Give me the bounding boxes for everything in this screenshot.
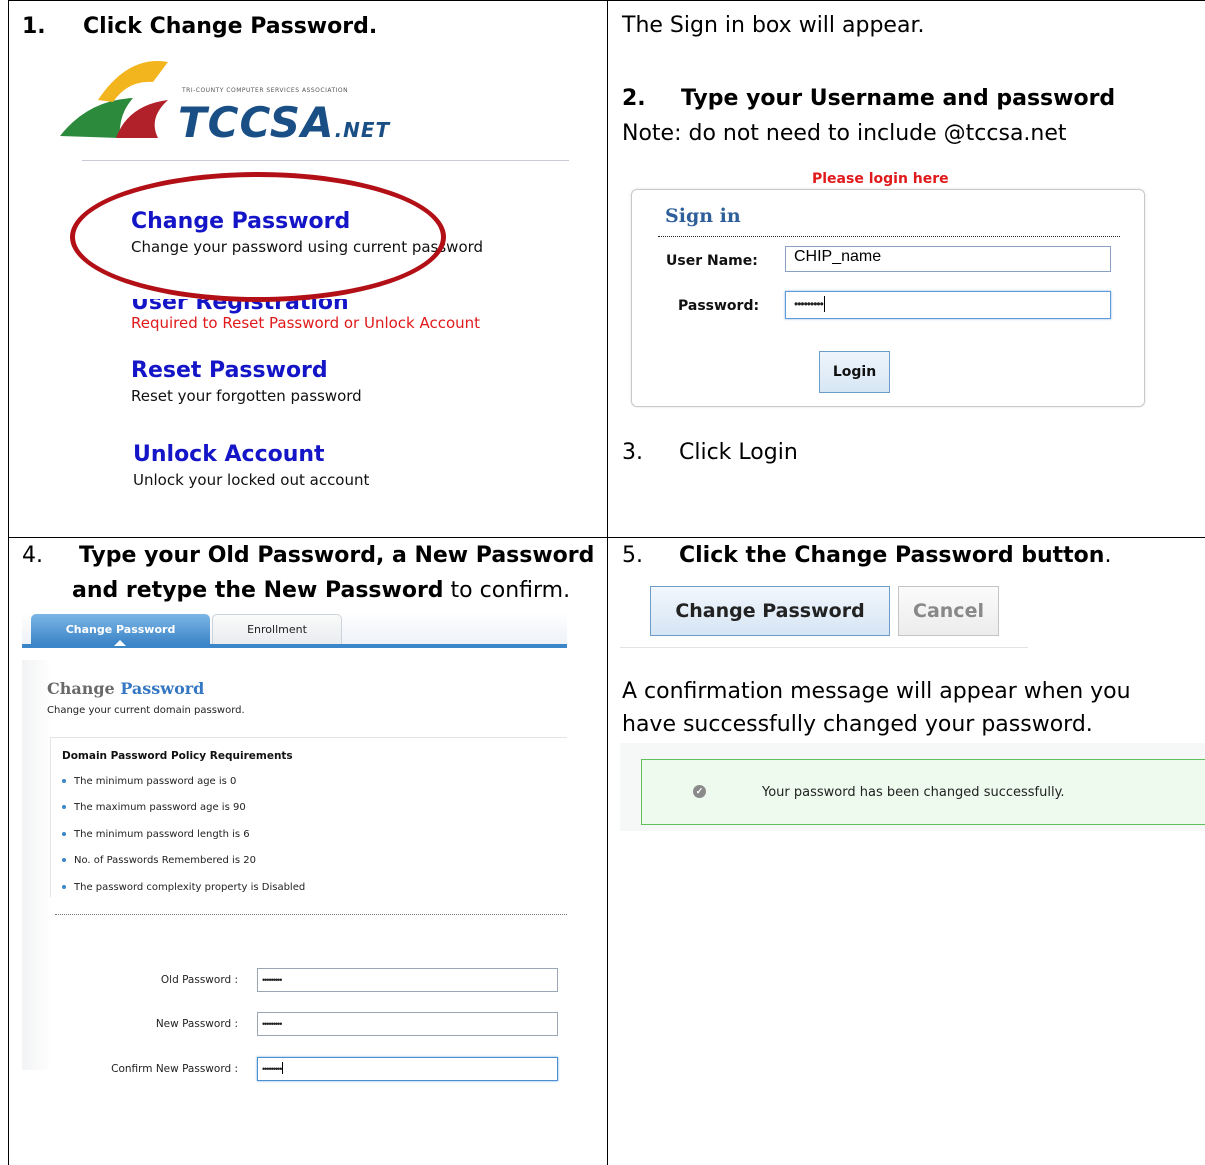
- success-message: Your password has been changed successfu…: [762, 785, 1065, 800]
- tab-enrollment[interactable]: Enrollment: [212, 614, 342, 644]
- menu-unlock-account-link[interactable]: Unlock Account: [133, 442, 325, 467]
- login-button[interactable]: Login: [819, 351, 890, 393]
- policy-item: The minimum password length is 6: [62, 829, 250, 840]
- password-field[interactable]: •••••••••: [785, 291, 1111, 319]
- password-value: •••••••••: [794, 297, 824, 311]
- policy-item: The maximum password age is 90: [62, 802, 246, 813]
- bullet-icon: [62, 832, 66, 836]
- text-caret: [823, 295, 825, 312]
- step1-number: 1.: [22, 14, 46, 39]
- step2-note: Note: do not need to include @tccsa.net: [622, 121, 1067, 146]
- password-label: Password:: [678, 298, 760, 314]
- logo-tagline: TRI-COUNTY COMPUTER SERVICES ASSOCIATION: [182, 87, 349, 94]
- step4-number: 4.: [22, 543, 43, 568]
- table-middle-border: [607, 0, 608, 1165]
- policy-item: The minimum password age is 0: [62, 776, 236, 787]
- step3-number: 3.: [622, 440, 643, 465]
- bullet-icon: [62, 779, 66, 783]
- step4-bold-line1: Type your Old Password, a New Password: [79, 543, 595, 568]
- confirm-password-field[interactable]: •••••••••: [257, 1057, 558, 1081]
- old-password-label: Old Password :: [160, 974, 238, 986]
- new-password-field[interactable]: •••••••••: [257, 1012, 558, 1036]
- step4-instruction-line1: 4. Type your Old Password, a New Passwor…: [22, 543, 594, 568]
- table-row-border: [8, 537, 1205, 538]
- menu-reset-password-desc: Reset your forgotten password: [131, 387, 362, 405]
- step4-instruction-line2: and retype the New Password to confirm.: [72, 578, 570, 603]
- confirmation-text-line1: A confirmation message will appear when …: [622, 679, 1131, 704]
- step2-number: 2.: [622, 86, 646, 111]
- bullet-icon: [62, 885, 66, 889]
- policy-item: The password complexity property is Disa…: [62, 882, 305, 893]
- logo-wordmark: TCCSA.NET: [178, 98, 391, 147]
- step5-number: 5.: [622, 543, 643, 568]
- signin-title: Sign in: [665, 205, 741, 227]
- signin-divider: [658, 236, 1120, 237]
- policy-divider: [55, 914, 567, 915]
- menu-user-registration-desc: Required to Reset Password or Unlock Acc…: [131, 314, 481, 332]
- step3-text: 3. Click Login: [622, 440, 798, 465]
- confirmation-text-line2: have successfully changed your password.: [622, 712, 1093, 737]
- step3-label: Click Login: [679, 440, 798, 465]
- step2-heading-text: Type your Username and password: [681, 86, 1116, 111]
- bullet-icon: [62, 858, 66, 862]
- step5-bold-text: Click the Change Password button: [679, 543, 1105, 568]
- new-password-label: New Password :: [155, 1018, 238, 1030]
- step2-intro: The Sign in box will appear.: [622, 13, 925, 38]
- policy-heading: Domain Password Policy Requirements: [62, 750, 293, 762]
- step2-heading: 2. Type your Username and password: [622, 86, 1115, 111]
- step5-period: .: [1104, 543, 1112, 568]
- old-password-field[interactable]: •••••••••: [257, 968, 558, 992]
- highlight-ellipse: [70, 172, 446, 302]
- step1-heading: 1. Click Change Password.: [22, 14, 377, 39]
- confirm-password-label: Confirm New Password :: [111, 1063, 238, 1075]
- policy-item: No. of Passwords Remembered is 20: [62, 855, 256, 866]
- new-password-value: •••••••••: [262, 1019, 282, 1029]
- table-left-border: [8, 0, 9, 1165]
- change-password-subtitle: Change your current domain password.: [47, 705, 245, 716]
- step4-bold-line2: and retype the New Password: [72, 578, 444, 603]
- old-password-value: •••••••••: [262, 975, 282, 985]
- change-password-title: Change Password: [47, 679, 205, 698]
- check-icon: ✓: [693, 785, 706, 798]
- menu-reset-password-link[interactable]: Reset Password: [131, 358, 328, 383]
- cancel-button[interactable]: Cancel: [898, 586, 999, 636]
- step4-plain-text: to confirm.: [443, 578, 571, 603]
- username-field[interactable]: CHIP_name: [785, 246, 1111, 272]
- step5-instruction: 5. Click the Change Password button.: [622, 543, 1111, 568]
- username-value: CHIP_name: [794, 248, 882, 265]
- button-bar-divider: [620, 647, 1028, 648]
- change-password-button[interactable]: Change Password: [650, 586, 890, 636]
- text-caret: [282, 1061, 284, 1074]
- logo-divider: [82, 160, 569, 161]
- active-tab-notch: [114, 640, 126, 646]
- please-login-text: Please login here: [812, 171, 949, 187]
- username-label: User Name:: [666, 253, 758, 269]
- bullet-icon: [62, 805, 66, 809]
- menu-unlock-account-desc: Unlock your locked out account: [133, 471, 370, 489]
- confirm-password-value: •••••••••: [262, 1064, 282, 1074]
- step1-heading-text: Click Change Password.: [83, 14, 378, 39]
